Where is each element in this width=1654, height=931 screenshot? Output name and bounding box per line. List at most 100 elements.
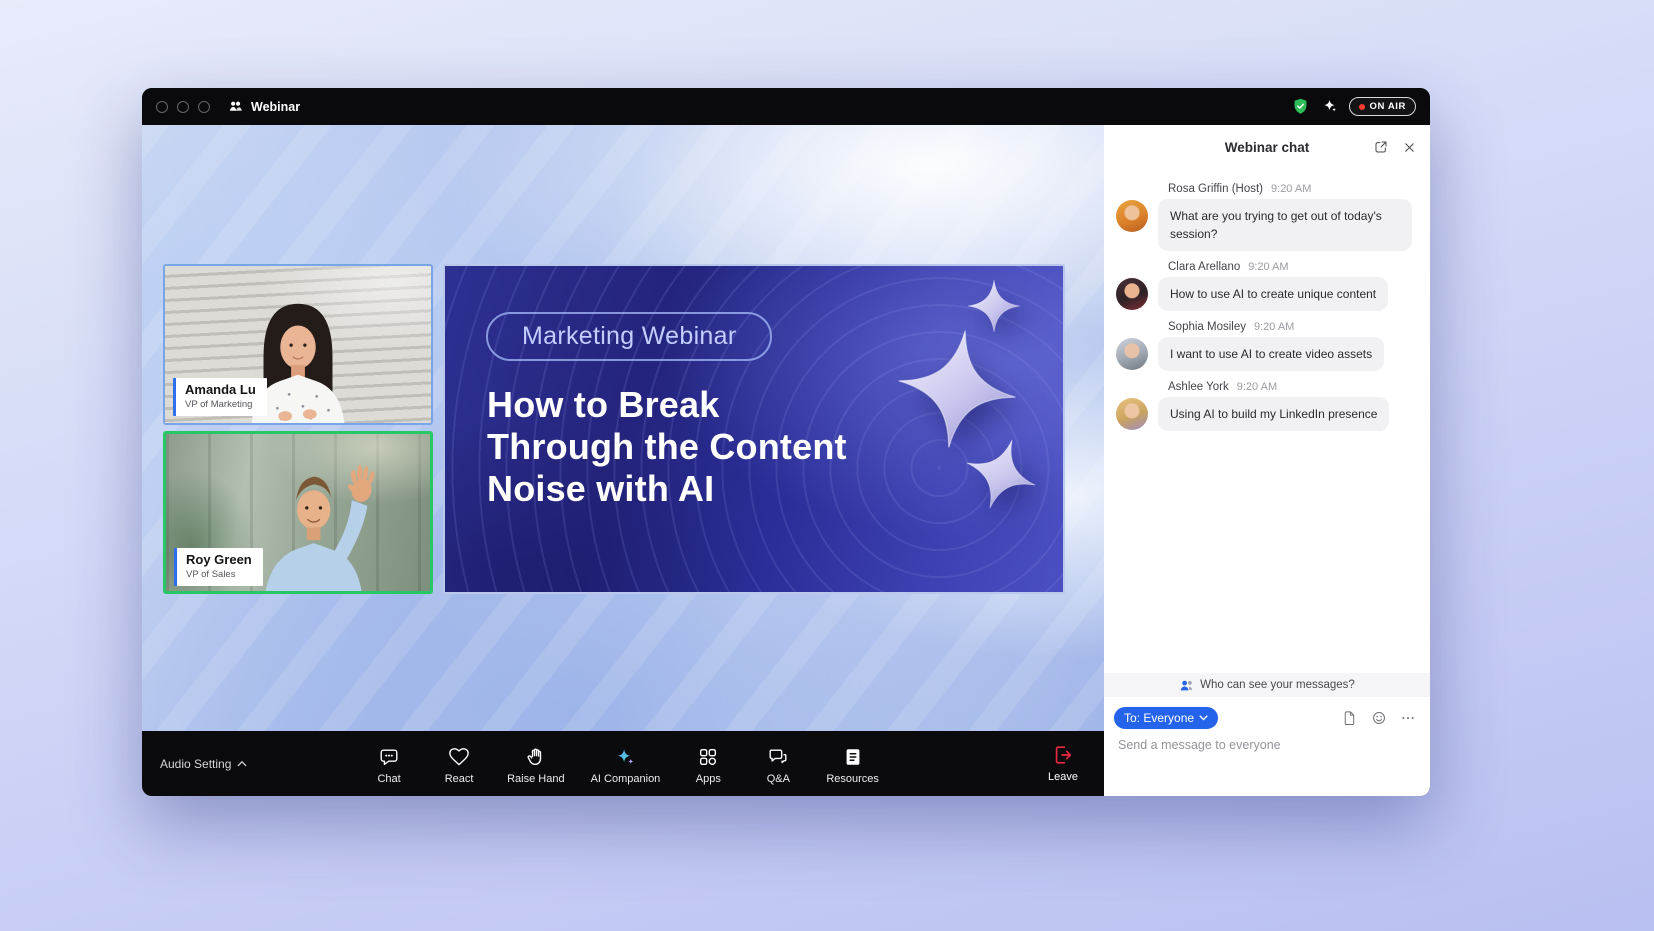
- chat-message: Rosa Griffin (Host) 9:20 AM What are you…: [1116, 183, 1416, 251]
- webinar-app-icon: [228, 99, 243, 114]
- window-minimize-control[interactable]: [177, 101, 189, 113]
- apps-grid-icon: [697, 746, 719, 768]
- toolbar-center-buttons: Chat React Raise Hand: [367, 742, 879, 785]
- meeting-toolbar: Audio Setting Chat: [142, 731, 1104, 796]
- titlebar-right: ON AIR: [1291, 97, 1417, 116]
- window-controls: [156, 101, 210, 113]
- chat-bubble-icon: [378, 746, 400, 768]
- chat-bottom-space: [1104, 752, 1430, 796]
- window-close-control[interactable]: [156, 101, 168, 113]
- message-bubble: Using AI to build my LinkedIn presence: [1158, 397, 1389, 431]
- emoji-icon[interactable]: [1371, 710, 1387, 726]
- shared-slide: Marketing Webinar How to Break Through t…: [443, 264, 1065, 594]
- ai-companion-button-label: AI Companion: [591, 773, 661, 785]
- chat-message-input[interactable]: [1118, 738, 1410, 752]
- chat-button-label: Chat: [377, 773, 400, 785]
- message-author: Clara Arellano: [1168, 261, 1240, 273]
- qa-bubbles-icon: [767, 746, 789, 768]
- react-button-label: React: [445, 773, 474, 785]
- leave-door-icon: [1052, 744, 1074, 766]
- webinar-chat-panel: Webinar chat Rosa Griffin (Host): [1104, 125, 1430, 796]
- avatar: [1116, 278, 1148, 310]
- apps-button[interactable]: Apps: [686, 746, 730, 785]
- audio-setting-label: Audio Setting: [160, 757, 231, 771]
- resources-button-label: Resources: [826, 773, 879, 785]
- app-title: Webinar: [228, 99, 300, 114]
- sparkle-icon[interactable]: [1321, 98, 1338, 115]
- audio-setting-button[interactable]: Audio Setting: [160, 757, 247, 771]
- slide-title-line: How to Break: [487, 384, 967, 426]
- on-air-label: ON AIR: [1370, 101, 1407, 112]
- message-author: Ashlee York: [1168, 381, 1229, 393]
- participant-name: Roy Green: [186, 552, 252, 568]
- ai-companion-button[interactable]: AI Companion: [591, 746, 661, 785]
- video-tile-amanda[interactable]: Amanda Lu VP of Marketing: [163, 264, 433, 425]
- compose-icons: [1342, 710, 1416, 726]
- qa-button-label: Q&A: [767, 773, 790, 785]
- window-title: Webinar: [251, 100, 300, 114]
- resources-button[interactable]: Resources: [826, 746, 879, 785]
- window-body: Amanda Lu VP of Marketing: [142, 125, 1430, 796]
- message-time: 9:20 AM: [1271, 183, 1311, 195]
- message-author: Rosa Griffin (Host): [1168, 183, 1263, 195]
- message-time: 9:20 AM: [1254, 321, 1294, 333]
- shield-check-icon[interactable]: [1291, 97, 1310, 116]
- window-zoom-control[interactable]: [198, 101, 210, 113]
- slide-title: How to Break Through the Content Noise w…: [487, 384, 967, 509]
- document-icon: [842, 746, 864, 768]
- video-tile-roy[interactable]: Roy Green VP of Sales: [163, 431, 433, 594]
- chat-message: Ashlee York 9:20 AM Using AI to build my…: [1116, 381, 1416, 431]
- people-icon: [1179, 678, 1194, 693]
- avatar: [1116, 200, 1148, 232]
- raise-hand-icon: [525, 746, 547, 768]
- message-bubble: How to use AI to create unique content: [1158, 277, 1388, 311]
- avatar: [1116, 398, 1148, 430]
- raise-hand-button-label: Raise Hand: [507, 773, 564, 785]
- ai-sparkle-icon: [614, 746, 636, 768]
- chat-message: Sophia Mosiley 9:20 AM I want to use AI …: [1116, 321, 1416, 371]
- recipient-selector-label: To: Everyone: [1124, 711, 1194, 725]
- close-icon[interactable]: [1402, 140, 1417, 155]
- message-time: 9:20 AM: [1248, 261, 1288, 273]
- message-visibility-note[interactable]: Who can see your messages?: [1104, 673, 1430, 697]
- titlebar: Webinar ON AIR: [142, 88, 1430, 125]
- on-air-badge: ON AIR: [1349, 97, 1417, 116]
- file-icon[interactable]: [1342, 710, 1358, 726]
- raise-hand-button[interactable]: Raise Hand: [507, 746, 564, 785]
- leave-button-label: Leave: [1048, 771, 1078, 783]
- leave-button[interactable]: Leave: [1048, 744, 1078, 783]
- apps-button-label: Apps: [696, 773, 721, 785]
- pop-out-icon[interactable]: [1373, 139, 1389, 155]
- slide-title-line: Noise with AI: [487, 468, 967, 510]
- compose-row: To: Everyone: [1104, 697, 1430, 729]
- name-tag-roy: Roy Green VP of Sales: [174, 548, 263, 586]
- webinar-window: Webinar ON AIR: [142, 88, 1430, 796]
- chat-message: Clara Arellano 9:20 AM How to use AI to …: [1116, 261, 1416, 311]
- chat-button[interactable]: Chat: [367, 746, 411, 785]
- avatar: [1116, 338, 1148, 370]
- participant-name: Amanda Lu: [185, 382, 256, 398]
- participant-role: VP of Sales: [186, 569, 252, 581]
- slide-badge: Marketing Webinar: [486, 312, 772, 361]
- more-options-icon[interactable]: [1400, 710, 1416, 726]
- heart-icon: [448, 746, 470, 768]
- message-time: 9:20 AM: [1237, 381, 1277, 393]
- on-air-dot-icon: [1359, 104, 1365, 110]
- message-bubble: What are you trying to get out of today'…: [1158, 199, 1412, 251]
- chat-header: Webinar chat: [1104, 125, 1430, 169]
- chat-header-icons: [1373, 139, 1417, 155]
- react-button[interactable]: React: [437, 746, 481, 785]
- chat-message-list[interactable]: Rosa Griffin (Host) 9:20 AM What are you…: [1104, 169, 1430, 673]
- recipient-selector[interactable]: To: Everyone: [1114, 707, 1218, 729]
- qa-button[interactable]: Q&A: [756, 746, 800, 785]
- message-bubble: I want to use AI to create video assets: [1158, 337, 1384, 371]
- webinar-stage: Amanda Lu VP of Marketing: [142, 125, 1104, 796]
- name-tag-amanda: Amanda Lu VP of Marketing: [173, 378, 267, 416]
- message-visibility-label: Who can see your messages?: [1200, 679, 1355, 691]
- chevron-up-icon: [237, 760, 247, 767]
- participant-role: VP of Marketing: [185, 399, 256, 411]
- slide-title-line: Through the Content: [487, 426, 967, 468]
- desktop-background: Webinar ON AIR: [0, 0, 1654, 931]
- message-author: Sophia Mosiley: [1168, 321, 1246, 333]
- chevron-down-icon: [1199, 715, 1208, 721]
